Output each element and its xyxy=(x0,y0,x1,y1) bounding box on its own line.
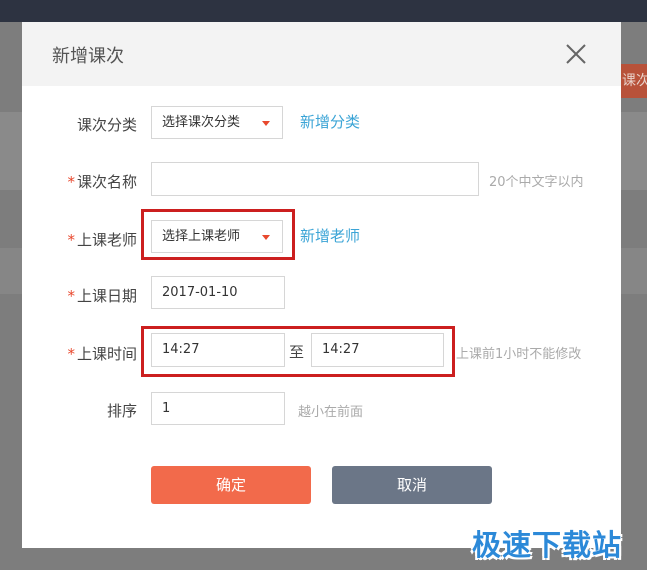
top-bar xyxy=(0,0,647,22)
caret-down-icon xyxy=(262,121,270,126)
background-button: 课次 xyxy=(620,64,647,98)
lesson-name-input[interactable] xyxy=(151,162,479,196)
name-label: * 课次名称 xyxy=(67,173,137,191)
dialog-header: 新增课次 xyxy=(22,22,621,86)
confirm-button[interactable]: 确定 xyxy=(151,466,311,504)
dialog-title: 新增课次 xyxy=(52,46,124,67)
category-select[interactable]: 选择课次分类 xyxy=(151,106,283,139)
name-hint: 20个中文字以内 xyxy=(489,175,584,190)
highlight-box xyxy=(141,209,295,260)
date-input[interactable]: 2017-01-10 xyxy=(151,276,285,309)
teacher-label: * 上课老师 xyxy=(67,231,137,249)
add-teacher-link[interactable]: 新增老师 xyxy=(300,225,360,246)
add-category-link[interactable]: 新增分类 xyxy=(300,111,360,132)
order-label: 排序 xyxy=(106,402,137,420)
date-label: * 上课日期 xyxy=(67,287,137,305)
order-hint: 越小在前面 xyxy=(298,405,364,420)
time-label: * 上课时间 xyxy=(67,345,137,363)
order-input[interactable]: 1 xyxy=(151,392,285,425)
category-label: 课次分类 xyxy=(76,116,137,134)
highlight-box xyxy=(141,326,455,377)
cancel-button[interactable]: 取消 xyxy=(332,466,492,504)
add-lesson-dialog: 新增课次 课次分类 选择课次分类 新增分类 * 课次名称 20个中文字以内 * 上课… xyxy=(22,22,621,548)
watermark: 极速下载站 xyxy=(472,528,623,562)
time-hint: 上课前1小时不能修改 xyxy=(456,347,582,362)
close-icon[interactable] xyxy=(562,40,590,68)
